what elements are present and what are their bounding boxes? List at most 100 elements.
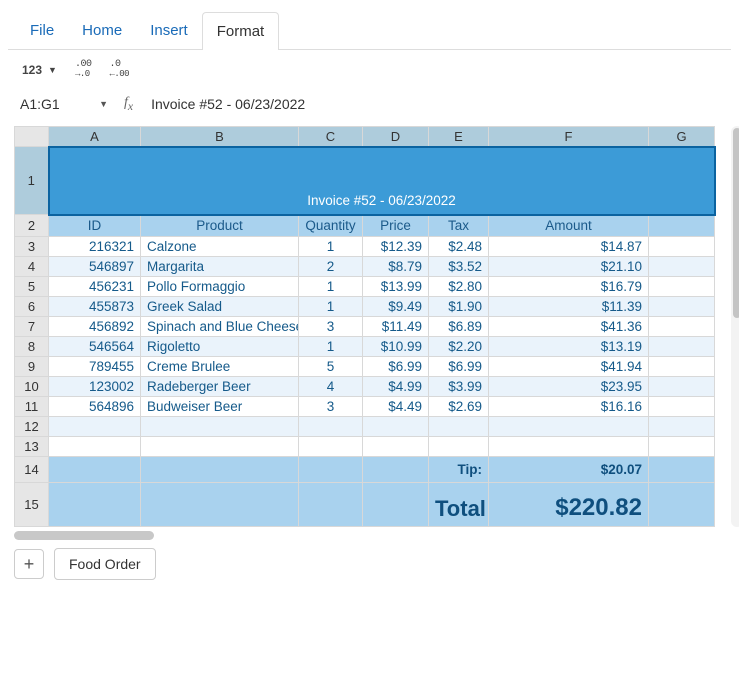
cell[interactable]	[649, 215, 715, 237]
row-header-1[interactable]: 1	[15, 147, 49, 215]
cell-price[interactable]: $12.39	[363, 237, 429, 257]
cell-qty[interactable]: 3	[299, 317, 363, 337]
col-header-b[interactable]: B	[141, 127, 299, 147]
header-product[interactable]: Product	[141, 215, 299, 237]
cell-amount[interactable]: $41.94	[489, 357, 649, 377]
cell-tax[interactable]: $2.48	[429, 237, 489, 257]
cell-product[interactable]: Calzone	[141, 237, 299, 257]
cell-tax[interactable]: $2.20	[429, 337, 489, 357]
cell-product[interactable]: Creme Brulee	[141, 357, 299, 377]
cell[interactable]	[363, 457, 429, 483]
cell-id[interactable]: 455873	[49, 297, 141, 317]
cell-price[interactable]: $4.99	[363, 377, 429, 397]
cell[interactable]	[649, 317, 715, 337]
sheet-tab-food-order[interactable]: Food Order	[54, 548, 156, 580]
cell-id[interactable]: 789455	[49, 357, 141, 377]
header-price[interactable]: Price	[363, 215, 429, 237]
cell[interactable]	[299, 483, 363, 527]
menu-home[interactable]: Home	[68, 12, 136, 50]
cell-id[interactable]: 546897	[49, 257, 141, 277]
cell-tax[interactable]: $2.69	[429, 397, 489, 417]
row-header-5[interactable]: 5	[15, 277, 49, 297]
cell[interactable]	[141, 437, 299, 457]
cell[interactable]	[649, 337, 715, 357]
cell[interactable]	[489, 417, 649, 437]
tip-label[interactable]: Tip:	[429, 457, 489, 483]
menu-insert[interactable]: Insert	[136, 12, 202, 50]
cell[interactable]	[49, 483, 141, 527]
cell[interactable]	[141, 417, 299, 437]
cell-product[interactable]: Pollo Formaggio	[141, 277, 299, 297]
cell[interactable]	[49, 457, 141, 483]
name-box[interactable]: A1:G1 ▼	[14, 92, 114, 116]
cell-price[interactable]: $9.49	[363, 297, 429, 317]
cell[interactable]	[363, 437, 429, 457]
cell-amount[interactable]: $23.95	[489, 377, 649, 397]
header-id[interactable]: ID	[49, 215, 141, 237]
cell[interactable]	[141, 457, 299, 483]
cell[interactable]	[299, 437, 363, 457]
add-sheet-button[interactable]: +	[14, 549, 44, 579]
cell-amount[interactable]: $16.16	[489, 397, 649, 417]
cell[interactable]	[649, 457, 715, 483]
col-header-d[interactable]: D	[363, 127, 429, 147]
cell-qty[interactable]: 2	[299, 257, 363, 277]
cell-qty[interactable]: 1	[299, 277, 363, 297]
cell[interactable]	[649, 357, 715, 377]
cell-product[interactable]: Rigoletto	[141, 337, 299, 357]
cell-price[interactable]: $13.99	[363, 277, 429, 297]
cell-amount[interactable]: $16.79	[489, 277, 649, 297]
cell[interactable]	[429, 437, 489, 457]
row-header-8[interactable]: 8	[15, 337, 49, 357]
cell-tax[interactable]: $1.90	[429, 297, 489, 317]
row-header-2[interactable]: 2	[15, 215, 49, 237]
cell-price[interactable]: $4.49	[363, 397, 429, 417]
cell[interactable]	[363, 417, 429, 437]
cell[interactable]	[363, 483, 429, 527]
row-header-10[interactable]: 10	[15, 377, 49, 397]
cell[interactable]	[429, 417, 489, 437]
select-all-corner[interactable]	[15, 127, 49, 147]
decrease-decimal-button[interactable]: .0←.00	[109, 60, 129, 80]
cell[interactable]	[649, 377, 715, 397]
cell-product[interactable]: Margarita	[141, 257, 299, 277]
cell-qty[interactable]: 5	[299, 357, 363, 377]
col-header-a[interactable]: A	[49, 127, 141, 147]
number-format-selector[interactable]: 123 ▼	[22, 63, 57, 77]
row-header-3[interactable]: 3	[15, 237, 49, 257]
cell-amount[interactable]: $11.39	[489, 297, 649, 317]
cell-id[interactable]: 564896	[49, 397, 141, 417]
cell-amount[interactable]: $41.36	[489, 317, 649, 337]
row-header-4[interactable]: 4	[15, 257, 49, 277]
cell-price[interactable]: $6.99	[363, 357, 429, 377]
cell-tax[interactable]: $6.99	[429, 357, 489, 377]
cell-product[interactable]: Budweiser Beer	[141, 397, 299, 417]
vertical-scrollbar[interactable]	[731, 126, 739, 527]
cell-id[interactable]: 123002	[49, 377, 141, 397]
cell-tax[interactable]: $3.52	[429, 257, 489, 277]
cell[interactable]	[649, 417, 715, 437]
menu-file[interactable]: File	[16, 12, 68, 50]
cell-price[interactable]: $11.49	[363, 317, 429, 337]
scrollbar-thumb[interactable]	[733, 128, 739, 318]
cell-amount[interactable]: $14.87	[489, 237, 649, 257]
row-header-7[interactable]: 7	[15, 317, 49, 337]
cell-id[interactable]: 456892	[49, 317, 141, 337]
cell-price[interactable]: $10.99	[363, 337, 429, 357]
cell[interactable]	[649, 437, 715, 457]
row-header-11[interactable]: 11	[15, 397, 49, 417]
cell-product[interactable]: Spinach and Blue Cheese	[141, 317, 299, 337]
cell-qty[interactable]: 3	[299, 397, 363, 417]
cell-qty[interactable]: 4	[299, 377, 363, 397]
col-header-f[interactable]: F	[489, 127, 649, 147]
total-value[interactable]: $220.82	[489, 483, 649, 527]
row-header-13[interactable]: 13	[15, 437, 49, 457]
row-header-9[interactable]: 9	[15, 357, 49, 377]
cell[interactable]	[49, 437, 141, 457]
cell[interactable]	[649, 297, 715, 317]
cell-product[interactable]: Radeberger Beer	[141, 377, 299, 397]
horizontal-scrollbar[interactable]	[14, 531, 154, 540]
cell-amount[interactable]: $21.10	[489, 257, 649, 277]
row-header-6[interactable]: 6	[15, 297, 49, 317]
cell[interactable]	[649, 277, 715, 297]
